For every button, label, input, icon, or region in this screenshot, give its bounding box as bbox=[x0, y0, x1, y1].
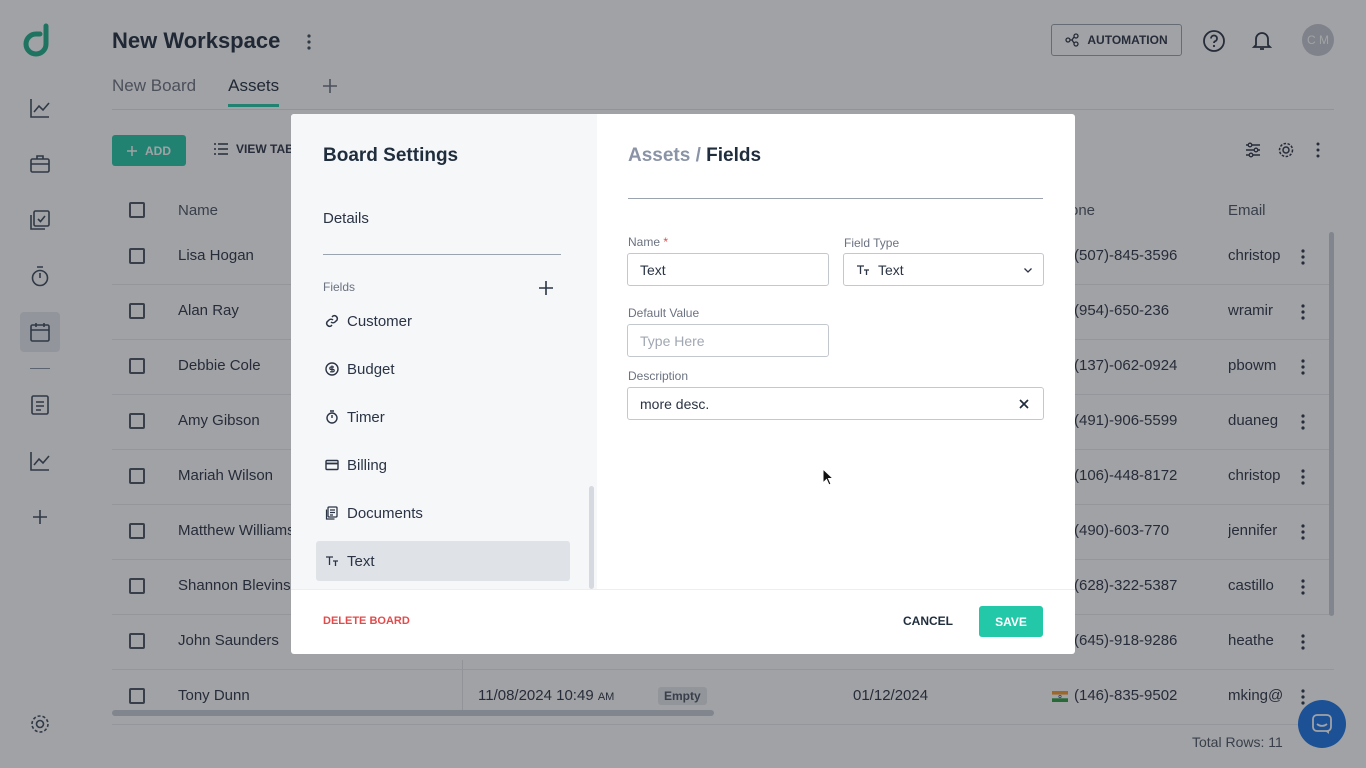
name-label: Name * bbox=[628, 235, 669, 249]
breadcrumb-current: Fields bbox=[706, 145, 762, 166]
chevron-down-icon bbox=[1024, 268, 1032, 273]
text-type-icon bbox=[857, 264, 869, 275]
clear-icon[interactable] bbox=[1017, 397, 1031, 411]
fields-section-label: Fields bbox=[323, 280, 356, 294]
field-type-value: Text bbox=[878, 261, 904, 278]
breadcrumb-parent[interactable]: Assets bbox=[628, 145, 690, 166]
field-item-budget[interactable]: Budget bbox=[316, 349, 570, 389]
cancel-button[interactable]: CANCEL bbox=[903, 614, 953, 628]
breadcrumb: Assets / Fields bbox=[628, 145, 761, 167]
delete-board-button[interactable]: DELETE BOARD bbox=[323, 615, 410, 627]
description-label: Description bbox=[628, 369, 689, 383]
settings-divider bbox=[323, 254, 561, 255]
text-type-icon bbox=[325, 554, 339, 568]
field-item-timer[interactable]: Timer bbox=[316, 397, 570, 437]
field-item-label: Text bbox=[347, 552, 375, 570]
settings-sidebar-scrollbar[interactable] bbox=[589, 486, 594, 589]
field-item-label: Budget bbox=[347, 360, 395, 378]
form-divider bbox=[628, 198, 1043, 199]
name-input[interactable]: Text bbox=[627, 253, 829, 286]
documents-icon bbox=[325, 506, 339, 520]
description-value: more desc. bbox=[640, 395, 710, 412]
add-field-icon[interactable] bbox=[538, 280, 554, 296]
field-item-label: Billing bbox=[347, 456, 388, 474]
card-icon bbox=[325, 458, 339, 472]
field-item-label: Documents bbox=[347, 504, 423, 522]
details-link[interactable]: Details bbox=[323, 210, 369, 227]
board-settings-modal: Board Settings Details Fields Customer B… bbox=[291, 114, 1075, 654]
field-item-label: Timer bbox=[347, 408, 385, 426]
description-input[interactable]: more desc. bbox=[627, 387, 1044, 420]
field-type-select[interactable]: Text bbox=[843, 253, 1044, 286]
field-item-customer[interactable]: Customer bbox=[316, 301, 570, 341]
required-mark: * bbox=[663, 235, 669, 249]
field-item-billing[interactable]: Billing bbox=[316, 445, 570, 485]
dollar-icon bbox=[325, 362, 339, 376]
save-button[interactable]: SAVE bbox=[979, 606, 1043, 637]
modal-title: Board Settings bbox=[323, 145, 459, 166]
field-item-documents[interactable]: Documents bbox=[316, 493, 570, 533]
settings-sidebar: Board Settings Details Fields Customer B… bbox=[291, 114, 597, 589]
mouse-cursor-icon bbox=[822, 468, 834, 486]
default-value-input[interactable]: Type Here bbox=[627, 324, 829, 357]
breadcrumb-separator: / bbox=[690, 145, 707, 166]
field-type-label: Field Type bbox=[844, 236, 900, 250]
default-value-label: Default Value bbox=[628, 306, 700, 320]
footer-divider bbox=[291, 589, 1075, 590]
field-item-text[interactable]: Text bbox=[316, 541, 570, 581]
field-item-label: Customer bbox=[347, 312, 413, 330]
timer-icon bbox=[325, 410, 339, 424]
link-icon bbox=[325, 314, 339, 328]
